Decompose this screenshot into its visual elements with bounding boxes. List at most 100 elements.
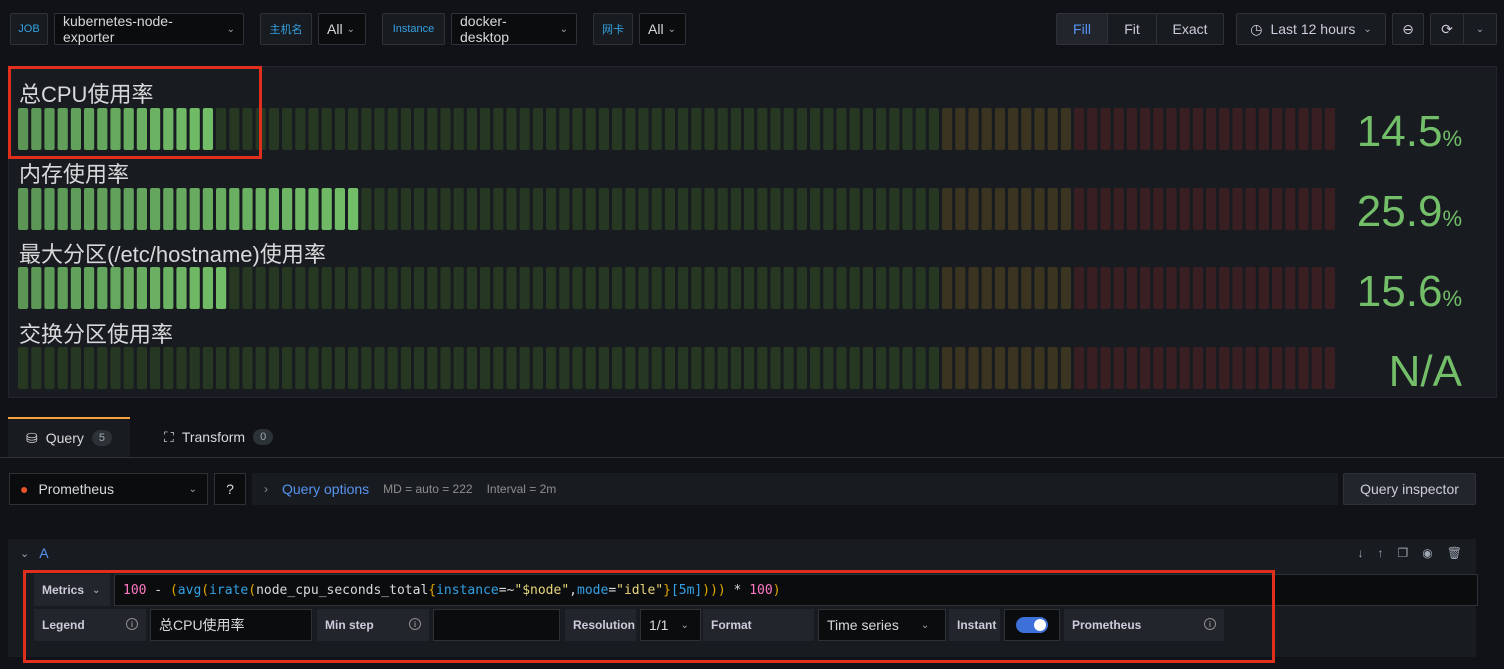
gauge-cell bbox=[1206, 267, 1217, 309]
dashboard-toolbar: JOB kubernetes-node-exporter ⌄ 主机名 All ⌄ I… bbox=[0, 0, 1504, 58]
gauge-cell bbox=[717, 188, 728, 230]
gauge-cell bbox=[123, 188, 134, 230]
gauge-cell bbox=[361, 347, 372, 389]
instant-toggle[interactable] bbox=[1004, 609, 1060, 641]
duplicate-icon[interactable]: ❐ bbox=[1398, 546, 1409, 560]
gauge-cell bbox=[123, 267, 134, 309]
gauge-cell bbox=[1034, 108, 1045, 150]
gauge-cell bbox=[1008, 347, 1019, 389]
gauge-cell bbox=[598, 347, 609, 389]
legend-label: Legend i bbox=[34, 609, 146, 641]
gauge-cell bbox=[1206, 108, 1217, 150]
gauge-cell bbox=[268, 188, 279, 230]
fit-button[interactable]: Fit bbox=[1107, 13, 1157, 45]
gauge-cell bbox=[770, 108, 781, 150]
gauge-cell bbox=[202, 267, 213, 309]
legend-input[interactable]: 总CPU使用率 bbox=[150, 609, 312, 641]
database-icon: ⛁ bbox=[26, 429, 38, 446]
refresh-button[interactable]: ⟳ bbox=[1430, 13, 1464, 45]
bar-gauge-panel[interactable]: 总CPU使用率 14.5% 内存使用率 25.9% 最大分区(/etc/host… bbox=[8, 66, 1497, 398]
gauge-cell bbox=[31, 108, 42, 150]
gauge-cell bbox=[136, 267, 147, 309]
gauge-cell bbox=[321, 108, 332, 150]
host-variable-select[interactable]: All ⌄ bbox=[318, 13, 366, 45]
gauge-cell bbox=[308, 267, 319, 309]
query-row-actions: ↓ ↑ ❐ ◉ 🗑 bbox=[1358, 539, 1462, 567]
gauge-cell bbox=[466, 347, 477, 389]
gauge-cell bbox=[532, 108, 543, 150]
gauge-cell bbox=[1179, 108, 1190, 150]
time-range-picker[interactable]: ◷ Last 12 hours ⌄ bbox=[1236, 13, 1386, 45]
query-inspector-button[interactable]: Query inspector bbox=[1343, 473, 1476, 505]
gauge-cell bbox=[374, 347, 385, 389]
gauge-cell bbox=[1140, 188, 1151, 230]
metrics-dropdown[interactable]: Metrics ⌄ bbox=[34, 574, 110, 606]
gauge-cell bbox=[400, 347, 411, 389]
gauge-cell bbox=[480, 347, 491, 389]
gauge-cell bbox=[1245, 347, 1256, 389]
job-variable-select[interactable]: kubernetes-node-exporter ⌄ bbox=[54, 13, 244, 45]
gauge-cell bbox=[110, 267, 121, 309]
gauge-cell bbox=[968, 267, 979, 309]
gauge-cell bbox=[532, 267, 543, 309]
gauge-cell bbox=[1100, 347, 1111, 389]
eye-icon[interactable]: ◉ bbox=[1422, 546, 1432, 560]
gauge-cell bbox=[1258, 347, 1269, 389]
gauge-cell bbox=[70, 108, 81, 150]
gauge-cell bbox=[334, 347, 345, 389]
gauge-cell bbox=[532, 347, 543, 389]
gauge-cell bbox=[400, 108, 411, 150]
arrow-down-icon[interactable]: ↓ bbox=[1358, 546, 1364, 560]
min-step-input[interactable] bbox=[433, 609, 560, 641]
promql-expression-input[interactable]: 100 - (avg(irate(node_cpu_seconds_total{… bbox=[114, 574, 1478, 606]
tab-query[interactable]: ⛁ Query 5 bbox=[8, 417, 130, 457]
gauge-cell bbox=[955, 108, 966, 150]
gauge-cell bbox=[18, 347, 29, 389]
fill-button[interactable]: Fill bbox=[1056, 13, 1108, 45]
trash-icon[interactable]: 🗑 bbox=[1447, 546, 1462, 560]
refresh-interval-dropdown[interactable]: ⌄ bbox=[1463, 13, 1497, 45]
gauge-cell bbox=[810, 347, 821, 389]
resolution-select[interactable]: 1/1 ⌄ bbox=[640, 609, 701, 641]
gauge-cell bbox=[757, 188, 768, 230]
format-select[interactable]: Time series ⌄ bbox=[818, 609, 946, 641]
query-row-header[interactable]: ⌄ A ↓ ↑ ❐ ◉ 🗑 bbox=[8, 539, 1476, 567]
gauge-cell bbox=[400, 267, 411, 309]
gauge-cell bbox=[678, 188, 689, 230]
gauge-cell bbox=[1034, 188, 1045, 230]
arrow-up-icon[interactable]: ↑ bbox=[1378, 546, 1384, 560]
gauge-cell bbox=[625, 108, 636, 150]
promql-token: ( bbox=[169, 582, 178, 598]
gauge-cell bbox=[427, 347, 438, 389]
gauge-cell bbox=[1219, 188, 1230, 230]
gauge-cell bbox=[1126, 347, 1137, 389]
gauge-value: 25.9% bbox=[1356, 187, 1462, 236]
datasource-picker[interactable]: ● Prometheus ⌄ bbox=[9, 473, 208, 505]
gauge-cell bbox=[282, 347, 293, 389]
gauge-cell bbox=[1206, 347, 1217, 389]
exact-button[interactable]: Exact bbox=[1156, 13, 1224, 45]
gauge-cell bbox=[1034, 267, 1045, 309]
gauge-cell bbox=[1008, 188, 1019, 230]
gauge-cell bbox=[295, 347, 306, 389]
gauge-cell bbox=[506, 188, 517, 230]
gauge-cell bbox=[612, 108, 623, 150]
gauge-cell bbox=[1140, 267, 1151, 309]
gauge-cell bbox=[1311, 188, 1322, 230]
instance-variable-select[interactable]: docker-desktop ⌄ bbox=[451, 13, 577, 45]
chevron-down-icon: ⌄ bbox=[559, 23, 568, 35]
gauge-cell bbox=[70, 267, 81, 309]
gauge-cell bbox=[559, 188, 570, 230]
promql-token: ( bbox=[201, 582, 210, 598]
zoom-out-button[interactable]: ⊖ bbox=[1392, 13, 1424, 45]
gauge-cell bbox=[1153, 108, 1164, 150]
gauge-cell bbox=[638, 188, 649, 230]
query-options-link[interactable]: Query options bbox=[282, 481, 369, 497]
tab-transform[interactable]: ⛶ Transform 0 bbox=[164, 417, 274, 457]
datasource-help-button[interactable]: ? bbox=[214, 473, 246, 505]
gauge-cell bbox=[387, 267, 398, 309]
gauge-bar bbox=[18, 188, 1338, 230]
query-options-bar[interactable]: › Query options MD = auto = 222 Interval… bbox=[252, 473, 1338, 505]
gauge-cell bbox=[902, 108, 913, 150]
nic-variable-select[interactable]: All ⌄ bbox=[639, 13, 686, 45]
